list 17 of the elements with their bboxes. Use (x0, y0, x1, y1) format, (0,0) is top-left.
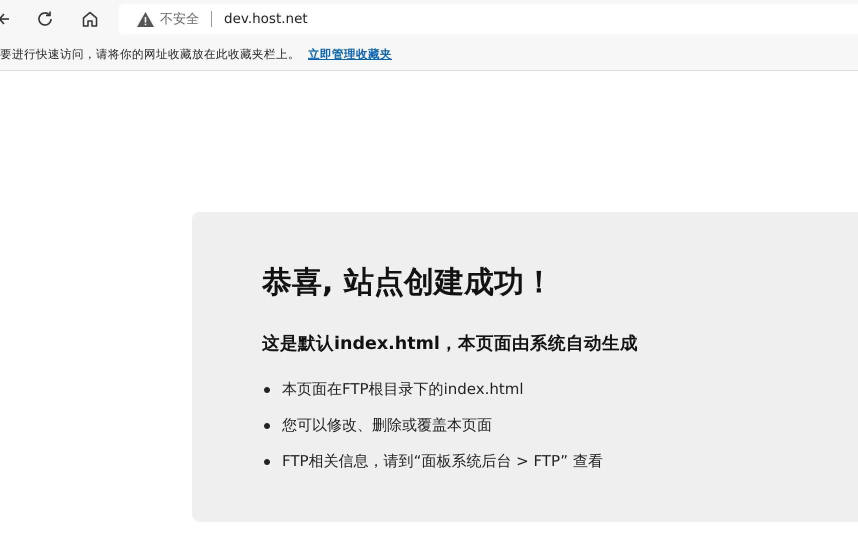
manage-favorites-link[interactable]: 立即管理收藏夹 (308, 46, 392, 62)
address-bar[interactable]: 不安全 dev.host.net (119, 4, 858, 34)
security-label: 不安全 (160, 11, 199, 28)
list-item: 本页面在FTP根目录下的index.html (282, 380, 524, 399)
bullet-icon (264, 458, 270, 464)
reload-icon[interactable] (36, 10, 54, 28)
bookmarks-message: 要进行快速访问，请将你的网址收藏放在此收藏夹栏上。 (0, 46, 300, 62)
page-title: 恭喜, 站点创建成功！ (262, 264, 555, 302)
bullet-icon (264, 422, 270, 428)
warning-icon[interactable] (137, 12, 154, 26)
page-subtitle: 这是默认index.html，本页面由系统自动生成 (262, 332, 639, 355)
home-icon[interactable] (81, 10, 99, 28)
list-item: 您可以修改、删除或覆盖本页面 (282, 416, 492, 435)
url-text: dev.host.net (224, 11, 308, 27)
list-item: FTP相关信息，请到“面板系统后台 > FTP” 查看 (282, 452, 603, 471)
back-icon[interactable] (0, 11, 10, 27)
bullet-icon (264, 386, 270, 392)
